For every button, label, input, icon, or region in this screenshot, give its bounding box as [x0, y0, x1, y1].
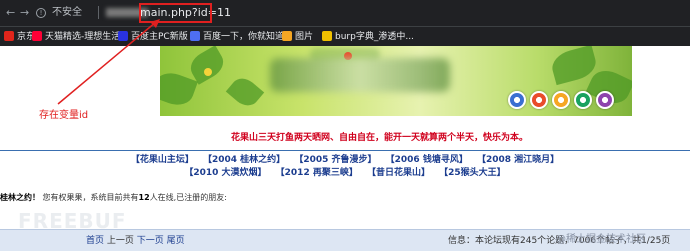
bookmark-icon [190, 31, 200, 41]
bookmark-icon [4, 31, 14, 41]
screenshot: ← → ! 不安全 main.php?id=11 京东 天猫精选-理想生活...… [0, 0, 690, 251]
url-separator [98, 6, 99, 19]
orb-icon[interactable] [530, 91, 548, 109]
bookmark-item[interactable]: burp字典_渗透中... [322, 31, 414, 43]
leaf-decoration [225, 73, 265, 111]
forum-link[interactable]: 【25猴头大王】 [439, 168, 506, 178]
forum-link[interactable]: 【2005 齐鲁漫步】 [294, 155, 376, 165]
warning-icon[interactable]: ! [36, 8, 46, 18]
back-icon[interactable]: ← [6, 6, 15, 20]
forum-link[interactable]: 【2006 钱塘寻风】 [386, 155, 468, 165]
pagination: 首页 上一页 下一页 尾页 [86, 235, 185, 247]
orb-icon[interactable] [508, 91, 526, 109]
security-label[interactable]: 不安全 [52, 6, 82, 20]
bookmark-icon [32, 31, 42, 41]
online-count: 12 [138, 193, 150, 202]
forum-links-row: 【花果山主坛】 【2004 桂林之约】 【2005 齐鲁漫步】 【2006 钱塘… [0, 154, 690, 166]
bookmark-icon [118, 31, 128, 41]
bookmarks-bar: 京东 天猫精选-理想生活... 百度主PC新版 百度一下，你就知道 图片 bur… [0, 26, 690, 46]
forum-link[interactable]: 【2012 再聚三峡】 [276, 168, 358, 178]
last-page-link[interactable]: 尾页 [167, 236, 185, 246]
forum-link[interactable]: 【2010 大漠炊烟】 [184, 168, 266, 178]
url-highlight-box [139, 3, 212, 23]
orb-icon[interactable] [552, 91, 570, 109]
prev-page-link[interactable]: 上一页 [107, 236, 134, 246]
bookmark-item[interactable]: 百度主PC新版 [118, 31, 188, 43]
orb-icon[interactable] [574, 91, 592, 109]
first-page-link[interactable]: 首页 [86, 236, 104, 246]
source-credit: @稀土掘金技术社区 [556, 234, 646, 245]
forum-link[interactable]: 【花果山主坛】 [131, 155, 194, 165]
flower-decoration [204, 68, 212, 76]
forum-footer: 首页 上一页 下一页 尾页 信息：本论坛现有245个论题，7006个帖子，共1/… [0, 229, 690, 251]
bookmark-item[interactable]: 京东 [4, 31, 35, 43]
annotation-label: 存在变量id [39, 110, 89, 121]
forum-link[interactable]: 【昔日花果山】 [367, 168, 430, 178]
content-divider [0, 150, 690, 151]
bookmark-item[interactable]: 百度一下，你就知道 [190, 31, 284, 43]
banner-title-redacted [270, 58, 450, 92]
forward-icon[interactable]: → [20, 6, 29, 20]
next-page-link[interactable]: 下一页 [137, 236, 164, 246]
page-body: 存在变量id 花果山三天打鱼两天晒网、自由自在，能开一天就算两个半天，快乐为本。… [0, 46, 690, 251]
site-slogan: 花果山三天打鱼两天晒网、自由自在，能开一天就算两个半天，快乐为本。 [231, 133, 529, 143]
browser-address-bar: ← → ! 不安全 main.php?id=11 [0, 0, 690, 26]
bookmark-item[interactable]: 天猫精选-理想生活... [32, 31, 129, 43]
bookmark-icon [322, 31, 332, 41]
site-banner [160, 46, 632, 116]
banner-orb-buttons [508, 91, 618, 109]
forum-link[interactable]: 【2008 湘江晓月】 [477, 155, 559, 165]
bookmark-icon [282, 31, 292, 41]
forum-link[interactable]: 【2004 桂林之约】 [203, 155, 285, 165]
welcome-tail: 人在线,已注册的朋友: [149, 193, 227, 202]
orb-icon[interactable] [596, 91, 614, 109]
bookmark-item[interactable]: 图片 [282, 31, 313, 43]
forum-links-row: 【2010 大漠炊烟】 【2012 再聚三峡】 【昔日花果山】 【25猴头大王】 [0, 167, 690, 179]
